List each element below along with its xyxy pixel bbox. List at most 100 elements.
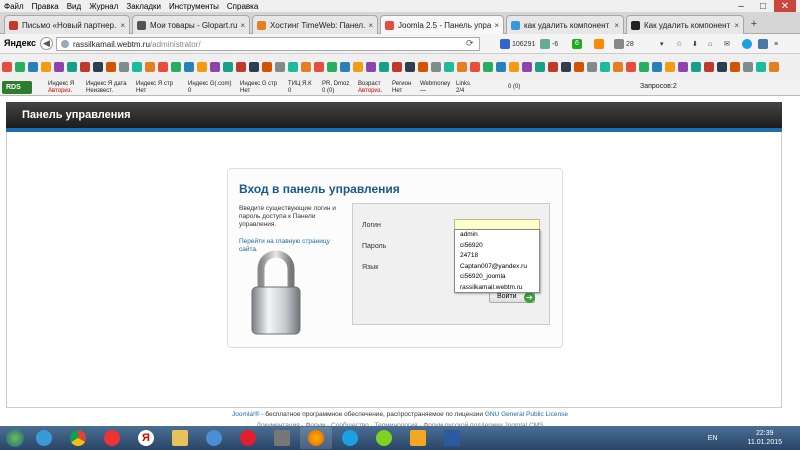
autocomplete-item[interactable]: 24718: [455, 251, 539, 262]
new-tab-button[interactable]: +: [748, 19, 760, 31]
extension-icon[interactable]: [171, 62, 181, 72]
hamburger-menu-icon[interactable]: ≡: [774, 38, 778, 50]
home-icon[interactable]: ⌂: [708, 38, 712, 50]
close-tab-icon[interactable]: ×: [120, 21, 125, 30]
seo-extra[interactable]: 0 (0): [508, 84, 520, 91]
seo-item[interactable]: Webmoney —: [420, 81, 450, 94]
extension-icon[interactable]: [457, 62, 467, 72]
taskbar-firefox[interactable]: [300, 427, 332, 449]
yandex-logo[interactable]: Яндекс: [4, 38, 36, 48]
extension-icon[interactable]: [535, 62, 545, 72]
extension-icon[interactable]: [327, 62, 337, 72]
extension-icon[interactable]: [288, 62, 298, 72]
extension-icon[interactable]: [470, 62, 480, 72]
tab-search-2[interactable]: Как удалить компонент в ... ×: [626, 15, 744, 34]
gpl-link[interactable]: GNU General Public License: [485, 411, 568, 418]
extension-icon[interactable]: [41, 62, 51, 72]
menu-edit[interactable]: Правка: [28, 2, 63, 11]
seo-item[interactable]: Индекс G стр Нет: [240, 81, 277, 94]
autocomplete-item[interactable]: ci56920: [455, 241, 539, 252]
extension-icon[interactable]: [743, 62, 753, 72]
extension-icon[interactable]: [93, 62, 103, 72]
queries-counter[interactable]: Запросов:2: [640, 83, 677, 90]
joomla-link[interactable]: Joomla!®: [232, 411, 260, 418]
seo-item[interactable]: PR, Dmoz 0 (0): [322, 81, 349, 94]
autocomplete-item[interactable]: admin: [455, 230, 539, 241]
tab-timeweb[interactable]: Хостинг TimeWeb: Панел... ×: [252, 15, 378, 34]
extension-icon[interactable]: [80, 62, 90, 72]
menu-tools[interactable]: Инструменты: [165, 2, 223, 11]
seo-item[interactable]: Индекс G(.com) 0: [188, 81, 232, 94]
extension-icon[interactable]: [67, 62, 77, 72]
extension-icon[interactable]: [15, 62, 25, 72]
extension-icon[interactable]: [145, 62, 155, 72]
close-tab-icon[interactable]: ×: [368, 21, 373, 30]
extension-icon[interactable]: [496, 62, 506, 72]
downloads-icon[interactable]: ⬇: [692, 38, 698, 50]
extension-icon[interactable]: [223, 62, 233, 72]
tab-search-1[interactable]: как удалить компонент н... ×: [506, 15, 624, 34]
extension-icon[interactable]: [2, 62, 12, 72]
extension-icon[interactable]: [275, 62, 285, 72]
taskbar-icq[interactable]: [368, 427, 400, 449]
close-tab-icon[interactable]: ×: [240, 21, 245, 30]
extension-icon[interactable]: [600, 62, 610, 72]
extension-icon[interactable]: [756, 62, 766, 72]
taskbar-media[interactable]: [198, 427, 230, 449]
extension-icon[interactable]: [132, 62, 142, 72]
close-tab-icon[interactable]: ×: [734, 21, 739, 30]
extension-icon[interactable]: [704, 62, 714, 72]
taskbar-app-2[interactable]: [436, 427, 468, 449]
menu-file[interactable]: Файл: [0, 2, 28, 11]
extension-icon[interactable]: [769, 62, 779, 72]
reload-icon[interactable]: ⟳: [466, 38, 474, 49]
seo-item[interactable]: Возраст Авториз.: [358, 81, 382, 94]
extension-icon[interactable]: [158, 62, 168, 72]
rating-widget[interactable]: -6: [540, 38, 558, 50]
tab-mail[interactable]: Письмо «Новый партнер... ×: [4, 15, 130, 34]
tab-joomla[interactable]: Joomla 2.5 - Панель управ... ×: [380, 15, 504, 35]
extension-icon[interactable]: [587, 62, 597, 72]
extension-icon[interactable]: [509, 62, 519, 72]
extension-icon[interactable]: [366, 62, 376, 72]
extension-icon[interactable]: [665, 62, 675, 72]
taskbar-yandex-browser[interactable]: [96, 427, 128, 449]
extension-icon[interactable]: [730, 62, 740, 72]
bookmark-star-icon[interactable]: ☆: [676, 38, 682, 50]
skype-icon[interactable]: [742, 38, 754, 50]
extension-icon[interactable]: [340, 62, 350, 72]
extension-icon[interactable]: [28, 62, 38, 72]
extension-icon[interactable]: [522, 62, 532, 72]
menu-bookmarks[interactable]: Закладки: [122, 2, 165, 11]
seo-item[interactable]: Links 2/4: [456, 81, 470, 94]
count-widget[interactable]: 28: [614, 38, 634, 50]
extension-icon[interactable]: [574, 62, 584, 72]
address-bar[interactable]: rassilkamail.webtm.ru /administrator/: [56, 37, 480, 51]
close-tab-icon[interactable]: ×: [614, 21, 619, 30]
back-icon[interactable]: ◀: [40, 37, 53, 50]
seo-item[interactable]: ТИЦ Я.К 0: [288, 81, 312, 94]
ext-icon[interactable]: [594, 38, 606, 50]
taskbar-opera[interactable]: [232, 427, 264, 449]
extension-icon[interactable]: [691, 62, 701, 72]
extension-icon[interactable]: [639, 62, 649, 72]
extension-icon[interactable]: [444, 62, 454, 72]
taskbar-mail[interactable]: [402, 427, 434, 449]
extension-icon[interactable]: [483, 62, 493, 72]
extension-icon[interactable]: [353, 62, 363, 72]
extension-icon[interactable]: [392, 62, 402, 72]
extension-icon[interactable]: [249, 62, 259, 72]
taskbar-chrome[interactable]: [62, 427, 94, 449]
clock[interactable]: 22:39 11.01.2015: [747, 429, 782, 447]
seo-item[interactable]: Индекс Я стр Нет: [136, 81, 173, 94]
menu-view[interactable]: Вид: [63, 2, 85, 11]
language-indicator[interactable]: EN: [708, 435, 718, 442]
tab-glopart[interactable]: Мои товары - Glopart.ru ×: [132, 15, 250, 34]
extension-icon[interactable]: [626, 62, 636, 72]
mail-icon[interactable]: ✉: [724, 38, 730, 50]
extension-icon[interactable]: [106, 62, 116, 72]
seo-item[interactable]: Индекс Я дата Неизвест.: [86, 81, 127, 94]
extension-icon[interactable]: [210, 62, 220, 72]
extension-icon[interactable]: [236, 62, 246, 72]
close-tab-icon[interactable]: ×: [494, 21, 499, 30]
